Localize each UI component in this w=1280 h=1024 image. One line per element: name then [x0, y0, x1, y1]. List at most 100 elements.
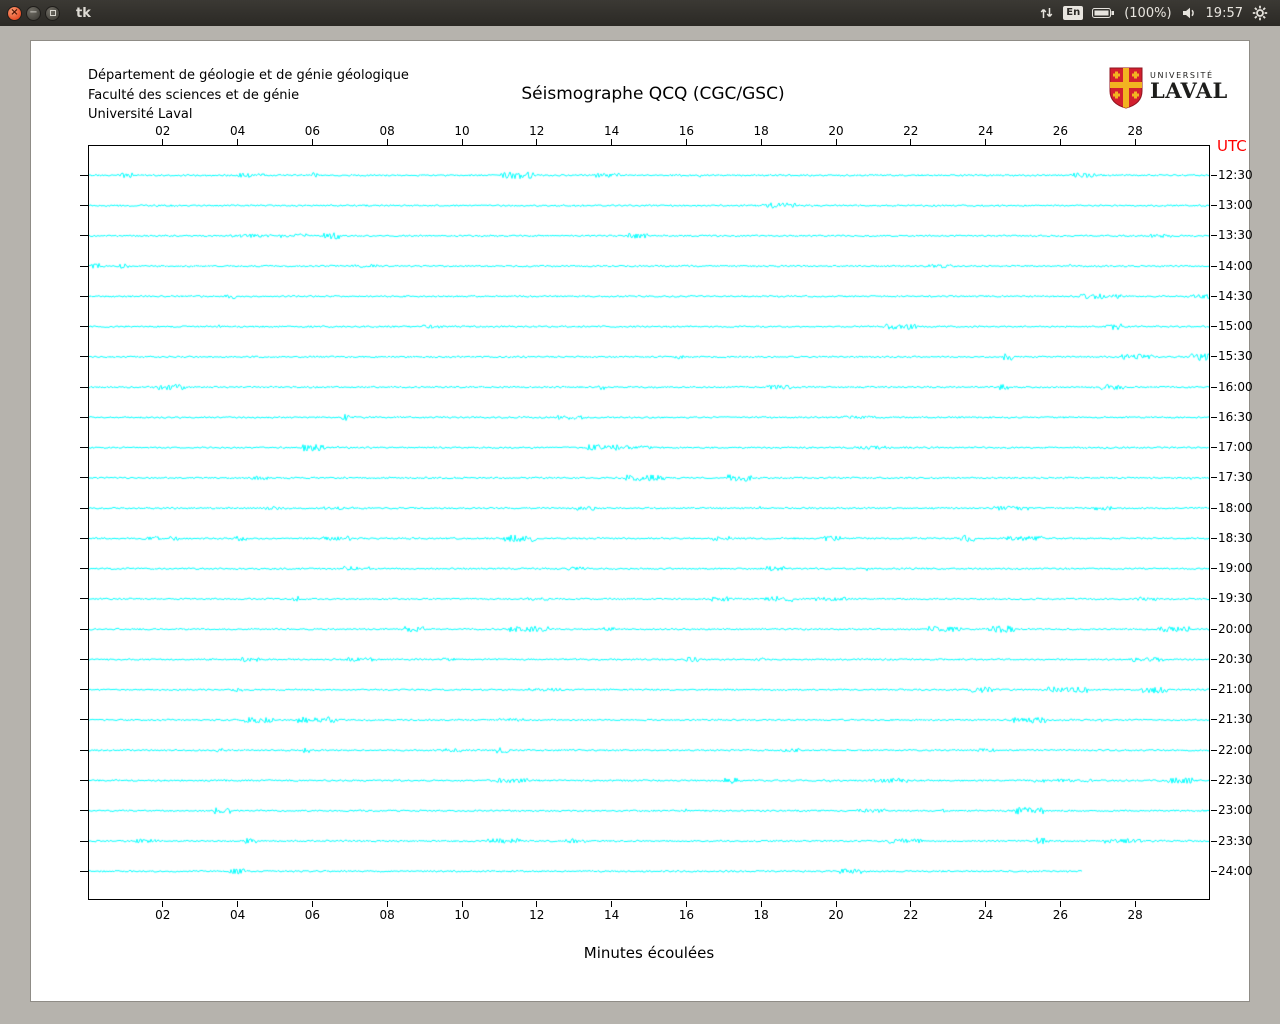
utc-time-label: 22:30 — [1218, 773, 1253, 787]
x-tick-top — [1134, 139, 1136, 145]
x-tick-top — [237, 139, 239, 145]
battery-percentage: (100%) — [1124, 5, 1172, 21]
x-tick-top — [311, 139, 313, 145]
battery-icon[interactable] — [1092, 7, 1115, 19]
institution-line: Université Laval — [88, 107, 193, 122]
x-tick-label-bottom: 14 — [603, 908, 620, 922]
trace-right-tick — [1211, 598, 1217, 600]
x-tick-top — [835, 139, 837, 145]
x-tick-label-bottom: 26 — [1052, 908, 1069, 922]
trace-left-tick — [80, 447, 88, 449]
utc-axis-label: UTC — [1217, 137, 1247, 155]
x-tick-label-bottom: 04 — [229, 908, 246, 922]
trace-left-tick — [80, 477, 88, 479]
utc-time-label: 16:30 — [1218, 409, 1253, 424]
trace-left-tick — [80, 537, 88, 539]
clock[interactable]: 19:57 — [1206, 6, 1243, 21]
x-tick-label-bottom: 16 — [678, 908, 695, 922]
network-updown-arrows-icon[interactable] — [1039, 6, 1054, 20]
x-tick-label-top: 26 — [1052, 124, 1069, 138]
trace-right-tick — [1211, 537, 1217, 539]
institution-line: Faculté des sciences et de génie — [88, 87, 300, 103]
x-tick-label-bottom: 20 — [828, 908, 844, 922]
x-tick-bottom — [1059, 901, 1061, 907]
trace-right-tick — [1211, 870, 1217, 872]
x-tick-bottom — [1134, 901, 1136, 907]
trace-right-tick — [1211, 749, 1217, 751]
x-tick-top — [536, 139, 538, 145]
window-controls: × − — [0, 5, 60, 21]
x-tick-top — [1059, 139, 1061, 145]
trace-left-tick — [80, 507, 88, 509]
x-tick-top — [760, 139, 762, 145]
x-axis-title: Minutes écoulées — [583, 944, 715, 962]
trace-right-tick — [1211, 840, 1217, 842]
trace-left-tick — [80, 265, 88, 267]
trace-left-tick — [80, 689, 88, 691]
x-tick-bottom — [835, 901, 837, 907]
trace-right-tick — [1211, 507, 1217, 509]
x-tick-label-top: 20 — [828, 124, 844, 138]
trace-right-tick — [1211, 386, 1217, 388]
session-gear-icon[interactable] — [1252, 5, 1268, 21]
seismogram-plot — [88, 145, 1210, 900]
trace-right-tick — [1211, 780, 1217, 781]
minimize-button[interactable]: − — [26, 5, 41, 21]
x-tick-label-bottom: 06 — [304, 908, 321, 922]
trace-left-tick — [80, 235, 88, 237]
x-tick-bottom — [461, 901, 463, 907]
utc-time-label: 18:00 — [1218, 500, 1253, 515]
maximize-icon — [49, 10, 56, 16]
x-tick-label-top: 22 — [903, 124, 919, 138]
utc-time-label: 21:30 — [1218, 712, 1253, 727]
trace-right-tick — [1211, 356, 1217, 358]
trace-right-tick — [1211, 235, 1217, 237]
laval-logo: UNIVERSITÉ LAVAL — [1109, 67, 1228, 113]
utc-time-label: 14:00 — [1218, 258, 1253, 273]
trace-left-tick — [80, 810, 88, 812]
utc-time-label: 15:30 — [1218, 349, 1253, 364]
trace-right-tick — [1211, 810, 1217, 812]
trace-left-tick — [80, 326, 88, 328]
trace-left-tick — [80, 749, 88, 751]
x-tick-bottom — [162, 901, 164, 907]
x-tick-label-bottom: 08 — [379, 908, 395, 922]
chart-title: Séismographe QCQ (CGC/GSC) — [521, 84, 785, 104]
institution-line: Département de géologie et de génie géol… — [88, 68, 409, 83]
utc-time-label: 16:00 — [1218, 379, 1253, 394]
keyboard-layout-indicator[interactable]: En — [1063, 6, 1084, 20]
maximize-button[interactable] — [45, 5, 60, 21]
trace-left-tick — [80, 840, 88, 842]
x-tick-label-bottom: 10 — [454, 908, 470, 922]
x-tick-bottom — [611, 901, 613, 907]
utc-time-label: 19:00 — [1218, 561, 1253, 576]
x-tick-bottom — [760, 901, 762, 907]
trace-right-tick — [1211, 689, 1217, 691]
utc-time-label: 19:30 — [1218, 591, 1253, 606]
trace-right-tick — [1211, 628, 1217, 630]
x-tick-bottom — [910, 901, 912, 907]
trace-right-tick — [1211, 447, 1217, 449]
volume-icon[interactable] — [1181, 6, 1197, 20]
utc-time-label: 13:00 — [1218, 198, 1253, 213]
utc-time-label: 20:00 — [1218, 621, 1253, 636]
app-window: Département de géologie et de génie géol… — [30, 40, 1253, 1002]
x-tick-label-bottom: 18 — [753, 908, 769, 922]
x-tick-label-top: 12 — [529, 124, 545, 138]
laval-wordmark: UNIVERSITÉ LAVAL — [1150, 67, 1228, 102]
x-tick-top — [985, 139, 987, 145]
trace-left-tick — [80, 628, 88, 630]
trace-right-tick — [1211, 265, 1217, 267]
x-tick-label-top: 28 — [1127, 124, 1143, 138]
x-tick-top — [386, 139, 388, 145]
trace-left-tick — [80, 780, 88, 781]
utc-time-label: 18:30 — [1218, 530, 1253, 545]
close-button[interactable]: × — [7, 5, 22, 21]
laval-shield-icon — [1109, 67, 1143, 113]
utc-time-label: 14:30 — [1218, 288, 1253, 303]
x-tick-top — [611, 139, 613, 145]
x-tick-top — [461, 139, 463, 145]
institution-text: Département de géologie et de génie géol… — [88, 66, 409, 125]
trace-right-tick — [1211, 174, 1217, 176]
laval-wordmark-name: LAVAL — [1150, 78, 1228, 103]
